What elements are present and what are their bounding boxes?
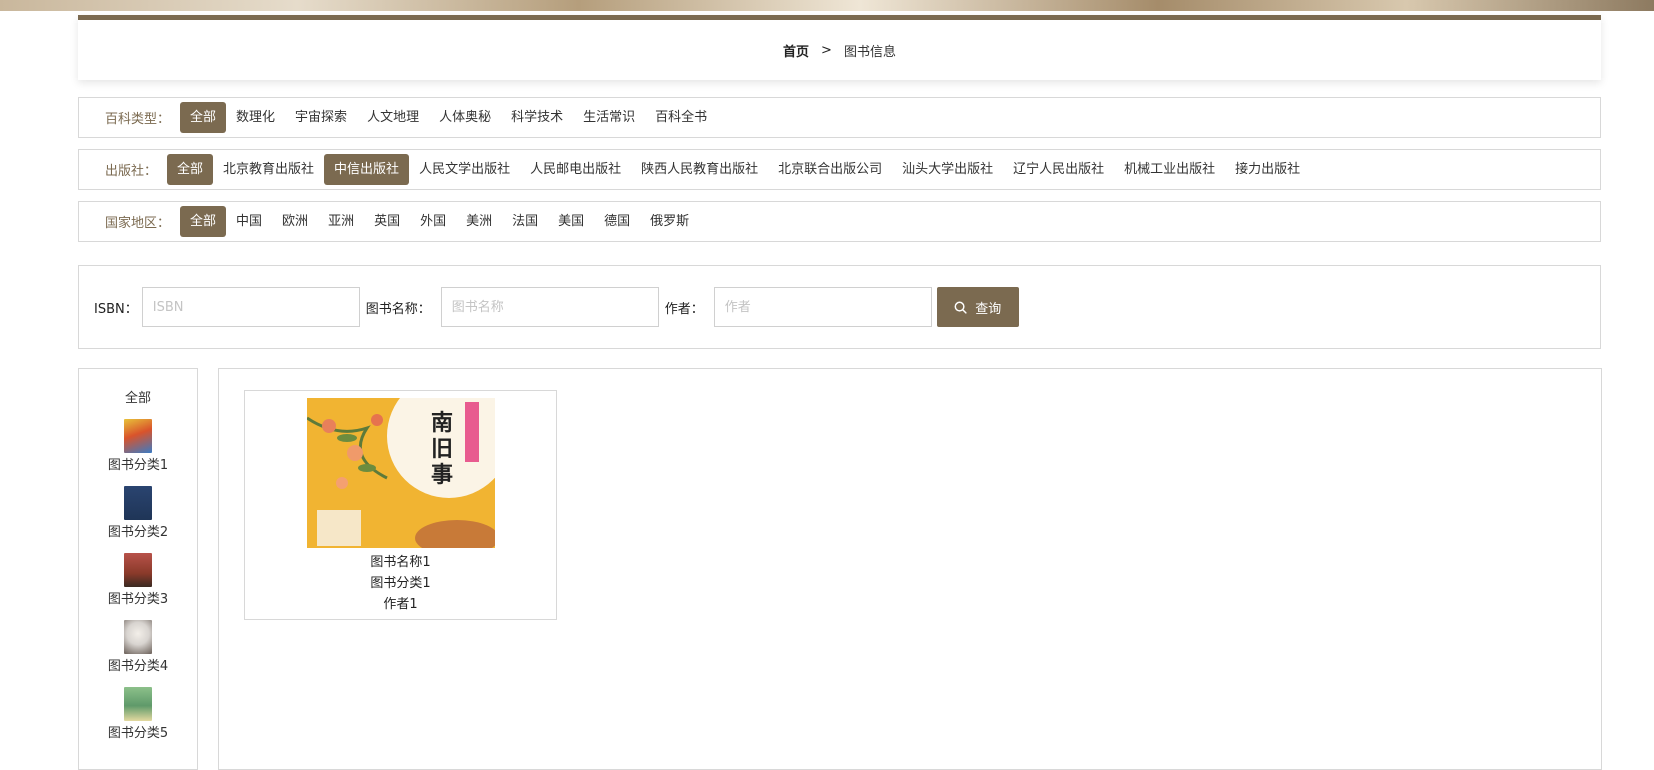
filter-option[interactable]: 俄罗斯 <box>640 206 699 237</box>
filter-label: 国家地区： <box>105 216 171 231</box>
breadcrumb-home-link[interactable]: 首页 <box>783 41 809 60</box>
sidebar-item-all[interactable]: 全部 <box>79 387 197 406</box>
filter-label: 出版社： <box>105 164 158 179</box>
sidebar-item-category-5[interactable]: 图书分类5 <box>79 687 197 741</box>
filter-option[interactable]: 宇宙探索 <box>285 102 357 133</box>
filter-option[interactable]: 人文地理 <box>357 102 429 133</box>
sidebar-item-category-1[interactable]: 图书分类1 <box>79 419 197 473</box>
category-thumbnail <box>124 486 152 520</box>
category-thumbnail <box>124 419 152 453</box>
filter-option[interactable]: 科学技术 <box>501 102 573 133</box>
author-input[interactable] <box>713 287 932 327</box>
filter-option[interactable]: 外国 <box>410 206 456 237</box>
search-icon <box>954 301 967 314</box>
filter-option[interactable]: 全部 <box>180 206 227 237</box>
filter-option[interactable]: 数理化 <box>226 102 285 133</box>
sidebar-item-category-4[interactable]: 图书分类4 <box>79 620 197 674</box>
filter-option[interactable]: 中国 <box>226 206 272 237</box>
filter-option[interactable]: 机械工业出版社 <box>1114 154 1225 185</box>
author-label: 作者： <box>664 301 704 317</box>
filter-option[interactable]: 亚洲 <box>318 206 364 237</box>
filter-option[interactable]: 人民邮电出版社 <box>520 154 631 185</box>
filter-option[interactable]: 接力出版社 <box>1225 154 1310 185</box>
filter-option[interactable]: 人体奥秘 <box>429 102 501 133</box>
book-cover-title: 南旧事 <box>430 410 453 488</box>
filter-option[interactable]: 全部 <box>180 102 227 133</box>
category-name: 图书分类5 <box>107 726 169 741</box>
category-thumbnail <box>124 553 152 587</box>
book-author: 作者1 <box>383 597 418 612</box>
filter-option[interactable]: 英国 <box>364 206 410 237</box>
filter-option[interactable]: 法国 <box>502 206 548 237</box>
filter-option[interactable]: 北京联合出版公司 <box>768 154 892 185</box>
book-category: 图书分类1 <box>370 576 431 591</box>
category-name: 图书分类1 <box>107 458 169 473</box>
isbn-input[interactable] <box>141 287 360 327</box>
filter-option[interactable]: 中信出版社 <box>324 154 410 185</box>
filter-option[interactable]: 全部 <box>167 154 214 185</box>
book-card[interactable]: 南旧事 图书名称1 图书分类1 作者1 <box>244 390 557 620</box>
filter-row-publisher: 出版社： 全部 北京教育出版社 中信出版社 人民文学出版社 人民邮电出版社 陕西… <box>78 149 1601 190</box>
filter-option[interactable]: 美洲 <box>456 206 502 237</box>
breadcrumb-separator: > <box>821 42 832 58</box>
filter-option[interactable]: 汕头大学出版社 <box>892 154 1003 185</box>
breadcrumb: 首页 > 图书信息 <box>78 15 1601 80</box>
filter-option[interactable]: 百科全书 <box>645 102 717 133</box>
category-thumbnail <box>124 620 152 654</box>
category-name: 图书分类3 <box>107 592 169 607</box>
category-name: 图书分类4 <box>107 659 169 674</box>
isbn-label: ISBN： <box>94 301 138 317</box>
filter-option[interactable]: 陕西人民教育出版社 <box>631 154 768 185</box>
search-panel: ISBN： 图书名称： 作者： 查询 <box>78 265 1601 349</box>
filter-label: 百科类型： <box>105 112 171 127</box>
breadcrumb-current: 图书信息 <box>843 44 896 60</box>
sidebar-item-category-2[interactable]: 图书分类2 <box>79 486 197 540</box>
book-name: 图书名称1 <box>370 555 431 570</box>
category-sidebar: 全部 图书分类1 图书分类2 图书分类3 图书分类4 图书分类5 <box>78 368 198 770</box>
search-button[interactable]: 查询 <box>936 287 1019 327</box>
sidebar-item-category-3[interactable]: 图书分类3 <box>79 553 197 607</box>
book-name-label: 图书名称： <box>365 301 431 317</box>
filter-option[interactable]: 美国 <box>548 206 594 237</box>
filter-option[interactable]: 德国 <box>594 206 640 237</box>
top-banner-image <box>0 0 1654 11</box>
filter-row-encyclopedia-type: 百科类型： 全部 数理化 宇宙探索 人文地理 人体奥秘 科学技术 生活常识 百科… <box>78 97 1601 138</box>
filter-option[interactable]: 北京教育出版社 <box>213 154 324 185</box>
filter-option[interactable]: 欧洲 <box>272 206 318 237</box>
book-name-input[interactable] <box>440 287 659 327</box>
filter-option[interactable]: 人民文学出版社 <box>409 154 520 185</box>
category-thumbnail <box>124 687 152 721</box>
category-name: 图书分类2 <box>107 525 169 540</box>
filter-option[interactable]: 生活常识 <box>573 102 645 133</box>
filter-row-country-region: 国家地区： 全部 中国 欧洲 亚洲 英国 外国 美洲 法国 美国 德国 俄罗斯 <box>78 201 1601 242</box>
search-button-label: 查询 <box>975 301 1002 317</box>
book-list-panel: 南旧事 图书名称1 图书分类1 作者1 <box>218 368 1602 770</box>
book-cover-image: 南旧事 <box>307 398 495 548</box>
filter-option[interactable]: 辽宁人民出版社 <box>1003 154 1114 185</box>
